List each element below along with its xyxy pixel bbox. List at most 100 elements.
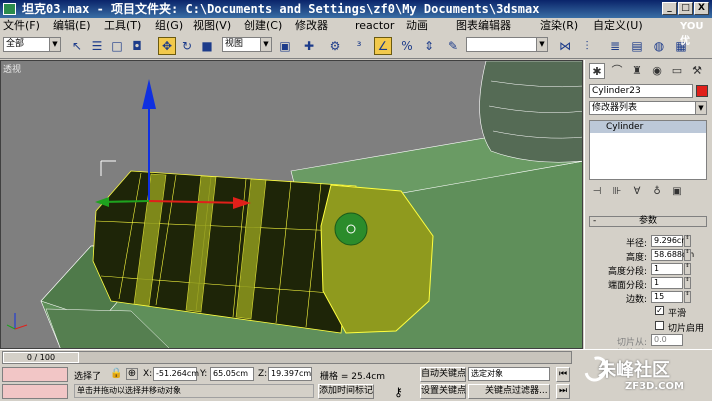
- spinner-snap-icon[interactable]: ⇕: [420, 37, 438, 55]
- utilities-tab-icon[interactable]: ⚒: [689, 63, 705, 79]
- radius-field[interactable]: 9.296cm: [651, 235, 689, 247]
- select-manipulate-icon[interactable]: ✚: [300, 37, 318, 55]
- edit-named-selections-icon[interactable]: ✎: [444, 37, 462, 55]
- modify-tab-icon[interactable]: ⌒: [609, 63, 625, 79]
- hierarchy-tab-icon[interactable]: ♜: [629, 63, 645, 79]
- menu-create[interactable]: 创建(C): [244, 18, 282, 33]
- select-and-rotate-icon[interactable]: ↻: [178, 37, 196, 55]
- percent-snap-icon[interactable]: %: [398, 37, 416, 55]
- minimize-button[interactable]: _: [662, 2, 677, 15]
- selection-filter-dropdown[interactable]: 全部 ▼: [3, 37, 61, 52]
- add-time-tag-button[interactable]: 添加时间标记: [318, 384, 374, 399]
- material-editor-icon[interactable]: ◍: [650, 37, 668, 55]
- time-slider-thumb[interactable]: 0 / 100: [3, 352, 79, 363]
- window-title: 坦克03.max - 项目文件夹: C:\Documents and Setti…: [22, 2, 540, 16]
- auto-key-button[interactable]: 自动关键点: [420, 367, 466, 382]
- rollout-title: 参数: [638, 216, 657, 226]
- height-label: 高度:: [625, 253, 647, 263]
- configure-sets-icon[interactable]: ▣: [669, 184, 685, 200]
- motion-tab-icon[interactable]: ◉: [649, 63, 665, 79]
- make-unique-icon[interactable]: ∀: [629, 184, 645, 200]
- remove-modifier-icon[interactable]: ♁: [649, 184, 665, 200]
- z-coordinate-field[interactable]: 19.397cm: [268, 367, 312, 381]
- select-by-name-icon[interactable]: ☰: [88, 37, 106, 55]
- selection-set-dropdown[interactable]: 选定对象: [468, 367, 550, 381]
- x-coordinate-field[interactable]: -51.264cm: [153, 367, 199, 381]
- menu-graph-editors[interactable]: 图表编辑器: [456, 18, 511, 33]
- chevron-down-icon: ▼: [695, 102, 706, 114]
- cap-segments-field[interactable]: 1: [651, 277, 683, 289]
- menu-customize[interactable]: 自定义(U): [593, 18, 643, 33]
- command-panel: ✱ ⌒ ♜ ◉ ▭ ⚒ Cylinder23 修改器列表 ▼ Cylinder …: [584, 60, 712, 359]
- angle-snap-icon[interactable]: ∠: [374, 37, 392, 55]
- show-end-result-icon[interactable]: ⊪: [609, 184, 625, 200]
- rect-selection-icon[interactable]: □: [108, 37, 126, 55]
- pivot-center-icon[interactable]: ▣: [276, 37, 294, 55]
- chevron-down-icon: ▼: [260, 38, 271, 51]
- time-slider-track[interactable]: 0 / 100: [2, 351, 572, 364]
- height-segments-field[interactable]: 1: [651, 263, 683, 275]
- curve-editor-icon[interactable]: ▤: [628, 37, 646, 55]
- reference-coordinate-value: 视图: [225, 39, 244, 49]
- go-to-end-icon[interactable]: ⏭: [556, 384, 570, 399]
- layer-manager-icon[interactable]: ≣: [606, 37, 624, 55]
- select-and-move-icon[interactable]: ✥: [158, 37, 176, 55]
- menu-reactor[interactable]: reactor: [355, 18, 394, 33]
- radius-spinner[interactable]: ⇕: [684, 235, 691, 247]
- stack-item-cylinder[interactable]: Cylinder: [590, 121, 706, 133]
- menu-animation[interactable]: 动画: [406, 18, 428, 33]
- menu-file[interactable]: 文件(F): [3, 18, 40, 33]
- reference-coordinate-dropdown[interactable]: 视图 ▼: [222, 37, 272, 52]
- modifier-list-dropdown[interactable]: 修改器列表 ▼: [589, 101, 707, 115]
- slice-from-field[interactable]: 0.0: [651, 334, 683, 346]
- close-button[interactable]: X: [694, 2, 709, 15]
- pin-stack-icon[interactable]: ⊣: [589, 184, 605, 200]
- y-coordinate-field[interactable]: 65.05cm: [210, 367, 254, 381]
- align-icon[interactable]: ⫶: [578, 37, 596, 55]
- cap-segments-spinner[interactable]: ⇕: [684, 277, 691, 289]
- parameters-rollout-header[interactable]: - 参数: [589, 216, 707, 227]
- object-color-swatch[interactable]: [696, 85, 708, 97]
- sides-field[interactable]: 15: [651, 291, 683, 303]
- go-to-start-icon[interactable]: ⏮: [556, 367, 570, 382]
- height-segments-spinner[interactable]: ⇕: [684, 263, 691, 275]
- snaps-toggle-icon[interactable]: ³: [350, 37, 368, 55]
- maximize-button[interactable]: □: [678, 2, 693, 15]
- sides-spinner[interactable]: ⇕: [684, 291, 691, 303]
- menu-edit[interactable]: 编辑(E): [53, 18, 91, 33]
- keyboard-shortcut-icon[interactable]: ⚙: [326, 37, 344, 55]
- radius-label: 半径:: [625, 239, 647, 249]
- sides-label: 边数:: [625, 295, 647, 305]
- menu-group[interactable]: 组(G): [155, 18, 183, 33]
- absolute-transform-icon[interactable]: ⊕: [126, 368, 138, 380]
- menu-rendering[interactable]: 渲染(R): [540, 18, 578, 33]
- object-name-field[interactable]: Cylinder23: [589, 84, 693, 98]
- perspective-viewport[interactable]: 透视: [0, 60, 583, 349]
- select-object-icon[interactable]: ↖: [68, 37, 86, 55]
- menu-views[interactable]: 视图(V): [193, 18, 231, 33]
- height-segments-label: 高度分段:: [607, 267, 647, 277]
- lock-icon[interactable]: 🔒: [110, 368, 122, 379]
- display-tab-icon[interactable]: ▭: [669, 63, 685, 79]
- maxscript-mini-listener[interactable]: [2, 384, 68, 399]
- height-spinner[interactable]: ⇕: [684, 249, 691, 261]
- window-crossing-icon[interactable]: ◘: [128, 37, 146, 55]
- set-key-button[interactable]: 设置关键点: [420, 384, 466, 399]
- viewport-label[interactable]: 透视: [3, 62, 21, 75]
- grid-size: 栅格 = 25.4cm: [320, 372, 386, 382]
- menu-tools[interactable]: 工具(T): [104, 18, 141, 33]
- maxscript-listener[interactable]: [2, 367, 68, 382]
- select-and-scale-icon[interactable]: ■: [198, 37, 216, 55]
- smooth-checkbox[interactable]: ✓: [655, 306, 664, 315]
- key-icon[interactable]: ⚷: [394, 385, 403, 399]
- watermark-site: ZF3D.COM: [625, 381, 684, 392]
- modifier-stack[interactable]: Cylinder: [589, 120, 707, 180]
- mirror-icon[interactable]: ⋈: [556, 37, 574, 55]
- menu-modifiers[interactable]: 修改器: [295, 18, 328, 33]
- key-filters-button[interactable]: 关键点过滤器...: [468, 384, 550, 399]
- height-field[interactable]: 58.688cm: [651, 249, 694, 261]
- slice-on-checkbox[interactable]: [655, 321, 664, 330]
- main-toolbar: 全部 ▼ ↖ ☰ □ ◘ ✥ ↻ ■ 视图 ▼ ▣ ✚ ⚙ ³ ∠ % ⇕ ✎ …: [0, 21, 712, 59]
- create-tab-icon[interactable]: ✱: [589, 63, 605, 79]
- named-selection-dropdown[interactable]: ▼: [466, 37, 548, 52]
